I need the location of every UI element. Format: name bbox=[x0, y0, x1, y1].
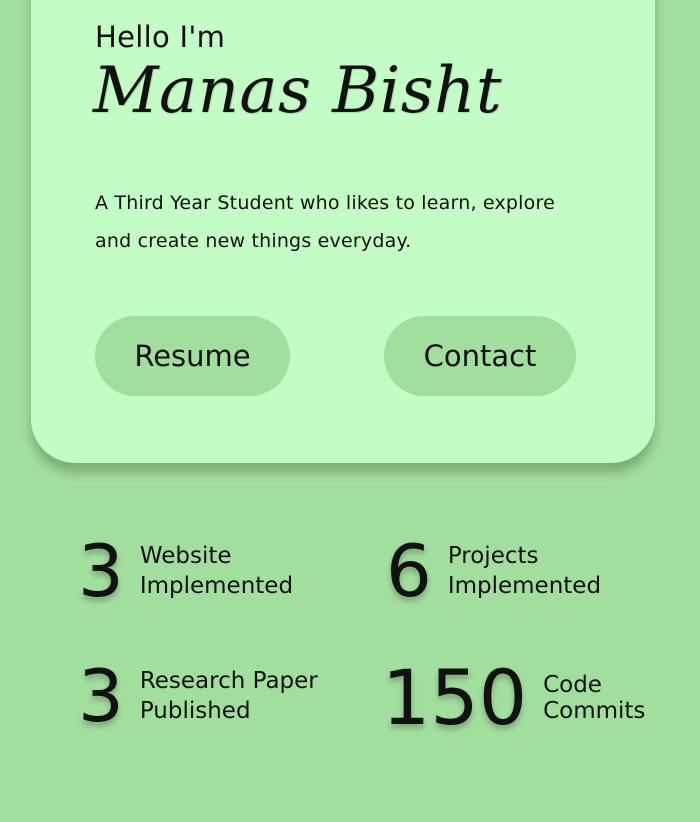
stat-number: 6 bbox=[386, 529, 432, 613]
resume-button[interactable]: Resume bbox=[95, 316, 290, 396]
profile-name: Manas Bisht bbox=[93, 54, 503, 128]
stat-websites: 3 Website Implemented bbox=[78, 535, 293, 607]
stat-code-commits: 150 Code Commits bbox=[382, 660, 645, 736]
contact-button[interactable]: Contact bbox=[384, 316, 576, 396]
stat-research-papers: 3 Research Paper Published bbox=[78, 660, 318, 732]
greeting-text: Hello I'm bbox=[95, 20, 226, 54]
stat-label: Research Paper Published bbox=[139, 668, 318, 724]
stat-projects: 6 Projects Implemented bbox=[386, 535, 601, 607]
bio-text: A Third Year Student who likes to learn,… bbox=[95, 192, 555, 252]
stat-number: 150 bbox=[382, 653, 528, 742]
stat-number: 3 bbox=[78, 529, 124, 613]
stat-label: Website Implemented bbox=[139, 543, 294, 599]
stat-number: 3 bbox=[78, 654, 124, 738]
stat-label: Projects Implemented bbox=[447, 543, 602, 599]
stat-label: Code Commits bbox=[543, 672, 646, 724]
